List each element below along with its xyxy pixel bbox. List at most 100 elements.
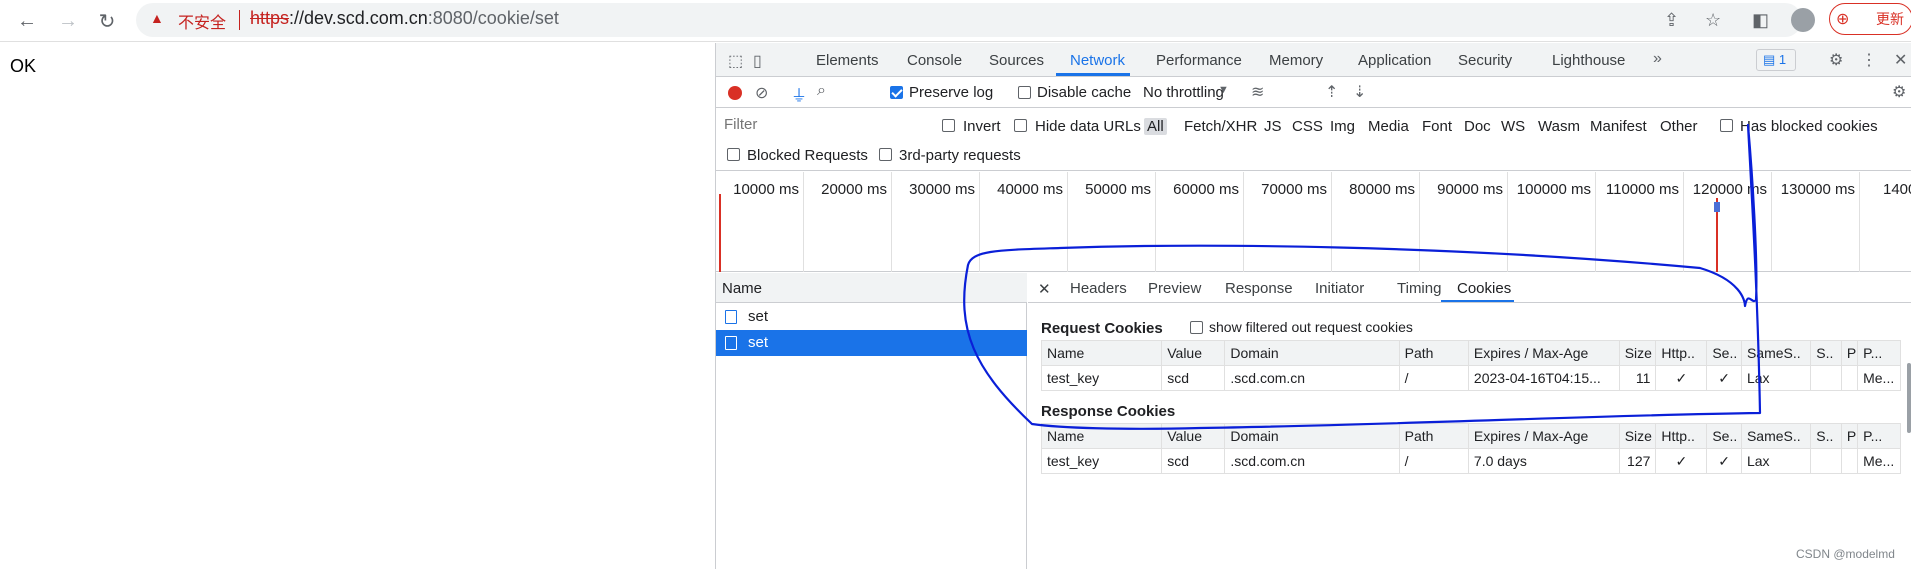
request-row-selected[interactable]: set [716, 330, 1027, 356]
profile-avatar-icon[interactable] [1791, 8, 1815, 32]
cookie-column-header[interactable]: P [1840, 340, 1859, 366]
cookie-column-header[interactable]: S.. [1810, 423, 1842, 449]
cookie-column-header[interactable]: Se.. [1706, 340, 1742, 366]
tab-console[interactable]: Console [907, 52, 962, 69]
security-label[interactable]: 不安全 [178, 9, 226, 33]
cookie-cell: test_key [1040, 448, 1163, 474]
cookie-column-header[interactable]: Expires / Max-Age [1467, 340, 1620, 366]
invert-checkbox[interactable] [942, 119, 955, 132]
bookmark-star-icon[interactable]: ☆ [1705, 10, 1721, 31]
tab-headers[interactable]: Headers [1070, 280, 1127, 297]
disable-cache-checkbox[interactable] [1018, 86, 1031, 99]
filter-type-media[interactable]: Media [1368, 118, 1409, 135]
more-tabs-chevron-icon[interactable]: » [1653, 50, 1662, 68]
more-options-icon[interactable]: ⋮ [1861, 50, 1877, 70]
throttling-select[interactable]: No throttling [1143, 84, 1224, 101]
network-overview-timeline[interactable]: 10000 ms 20000 ms 30000 ms 40000 ms 50000 ms… [716, 172, 1911, 272]
device-toolbar-icon[interactable]: ▯ [753, 51, 762, 71]
clear-icon[interactable]: ⊘ [755, 83, 768, 103]
filter-input[interactable] [718, 113, 925, 135]
close-detail-icon[interactable]: ✕ [1038, 280, 1051, 298]
cookie-row[interactable]: test_key scd .scd.com.cn/7.0 days 127 ✓ ✓ Lax M… [1040, 448, 1901, 474]
show-filtered-checkbox[interactable] [1190, 321, 1203, 334]
cookie-cell: Lax [1740, 365, 1812, 391]
cookie-column-header[interactable]: SameS.. [1740, 340, 1812, 366]
search-icon[interactable]: ⌕ [817, 82, 826, 100]
warning-icon[interactable]: ▲ [150, 10, 164, 26]
filter-type-doc[interactable]: Doc [1464, 118, 1491, 135]
cookie-column-header[interactable]: P [1840, 423, 1859, 449]
cookie-column-header[interactable]: Domain [1224, 340, 1400, 366]
filter-type-other[interactable]: Other [1660, 118, 1698, 135]
network-conditions-icon[interactable]: ≋ [1251, 82, 1264, 102]
tab-network[interactable]: Network [1070, 52, 1125, 69]
hide-data-urls-checkbox[interactable] [1014, 119, 1027, 132]
filter-type-js[interactable]: JS [1264, 118, 1282, 135]
cookie-column-header[interactable]: P... [1857, 423, 1901, 449]
cookie-column-header[interactable]: SameS.. [1740, 423, 1812, 449]
filter-type-all[interactable]: All [1144, 118, 1167, 135]
tab-lighthouse[interactable]: Lighthouse [1552, 52, 1625, 69]
cookie-column-header[interactable]: Http.. [1655, 423, 1708, 449]
cookie-column-header[interactable]: S.. [1810, 340, 1842, 366]
third-party-checkbox[interactable] [879, 148, 892, 161]
tab-initiator[interactable]: Initiator [1315, 280, 1364, 297]
filter-type-wasm[interactable]: Wasm [1538, 118, 1580, 135]
filter-type-css[interactable]: CSS [1292, 118, 1323, 135]
preserve-log-checkbox[interactable] [890, 86, 903, 99]
filter-type-img[interactable]: Img [1330, 118, 1355, 135]
inspect-element-icon[interactable]: ⬚ [728, 51, 743, 71]
side-panel-icon[interactable]: ◧ [1752, 10, 1769, 31]
has-blocked-cookies-checkbox[interactable] [1720, 119, 1733, 132]
record-icon[interactable] [728, 86, 742, 100]
cookie-column-header[interactable]: Size [1618, 423, 1657, 449]
url-text[interactable]: https://dev.scd.com.cn:8080/cookie/set [250, 8, 559, 29]
tab-timing[interactable]: Timing [1397, 280, 1441, 297]
share-icon[interactable]: ⇪ [1664, 10, 1679, 31]
request-row[interactable]: set [716, 304, 1027, 330]
cookie-column-header[interactable]: Se.. [1706, 423, 1742, 449]
blocked-requests-checkbox[interactable] [727, 148, 740, 161]
tab-elements[interactable]: Elements [816, 52, 879, 69]
tab-cookies[interactable]: Cookies [1457, 280, 1511, 297]
omnibox-divider [239, 10, 240, 30]
settings-gear-icon[interactable]: ⚙ [1829, 50, 1843, 70]
cookie-row[interactable]: test_key scd .scd.com.cn/2023-04-16T04:15.… [1040, 365, 1901, 391]
filter-type-fetch-xhr[interactable]: Fetch/XHR [1184, 118, 1257, 135]
name-column-header[interactable]: Name [716, 273, 1027, 303]
detail-scrollbar[interactable] [1907, 363, 1911, 433]
filter-type-manifest[interactable]: Manifest [1590, 118, 1647, 135]
filter-funnel-icon[interactable]: ⏚ [791, 82, 807, 106]
cookie-column-header[interactable]: Path [1398, 340, 1469, 366]
cookie-column-header[interactable]: Value [1161, 340, 1226, 366]
export-har-icon[interactable]: ⇣ [1353, 82, 1366, 102]
filter-type-ws[interactable]: WS [1501, 118, 1525, 135]
tab-security[interactable]: Security [1458, 52, 1512, 69]
cookie-column-header[interactable]: P... [1857, 340, 1901, 366]
cookie-cell: 2023-04-16T04:15... [1467, 365, 1620, 391]
back-arrow-icon[interactable]: ← [14, 8, 40, 34]
tab-response[interactable]: Response [1225, 280, 1293, 297]
tab-performance[interactable]: Performance [1156, 52, 1242, 69]
reload-icon[interactable]: ↻ [94, 8, 120, 34]
cookie-column-header[interactable]: Expires / Max-Age [1467, 423, 1620, 449]
cookie-column-header[interactable]: Name [1040, 340, 1163, 366]
import-har-icon[interactable]: ⇡ [1325, 82, 1338, 102]
network-settings-gear-icon[interactable]: ⚙ [1892, 82, 1906, 102]
tab-sources[interactable]: Sources [989, 52, 1044, 69]
devtools-tabbar: ⬚ ▯ Elements Console Sources Network Per… [716, 43, 1911, 77]
cookie-column-header[interactable]: Path [1398, 423, 1469, 449]
cookie-column-header[interactable]: Domain [1224, 423, 1400, 449]
filter-type-font[interactable]: Font [1422, 118, 1452, 135]
cookie-column-header[interactable]: Http.. [1655, 340, 1708, 366]
cookie-column-header[interactable]: Value [1161, 423, 1226, 449]
close-devtools-icon[interactable]: ✕ [1894, 50, 1907, 70]
cookie-column-header[interactable]: Size [1618, 340, 1657, 366]
forward-arrow-icon[interactable]: → [55, 8, 81, 34]
issues-badge[interactable]: ▤ 1 [1756, 49, 1796, 71]
cookie-column-header[interactable]: Name [1040, 423, 1163, 449]
tab-memory[interactable]: Memory [1269, 52, 1323, 69]
tab-preview[interactable]: Preview [1148, 280, 1201, 297]
tab-application[interactable]: Application [1358, 52, 1431, 69]
chevron-down-icon[interactable]: ▼ [1218, 84, 1229, 96]
